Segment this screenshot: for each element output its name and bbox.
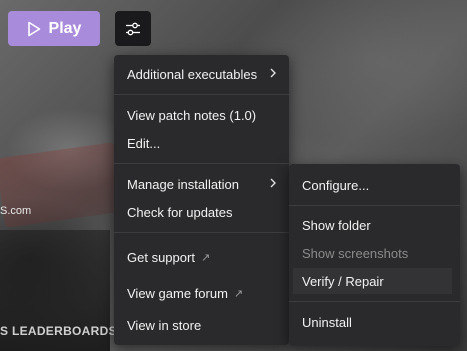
- submenu-item-uninstall[interactable]: Uninstall: [289, 309, 460, 335]
- settings-button[interactable]: [115, 11, 151, 46]
- external-link-icon: ↗: [233, 287, 244, 300]
- menu-separator: [114, 232, 289, 233]
- submenu-item-verify-repair[interactable]: Verify / Repair: [293, 268, 452, 294]
- manage-installation-submenu: Configure... Show folder Show screenshot…: [289, 164, 460, 346]
- game-context-menu: Additional executables View patch notes …: [114, 55, 289, 345]
- menu-item-label: View in store: [127, 317, 202, 333]
- menu-item-view-patch-notes[interactable]: View patch notes (1.0): [114, 102, 289, 128]
- menu-item-label: View game forum: [127, 285, 228, 301]
- menu-item-label: Additional executables: [127, 66, 258, 82]
- external-link-icon: ↗: [200, 251, 211, 264]
- menu-separator: [114, 163, 289, 164]
- menu-item-manage-installation[interactable]: Manage installation: [114, 171, 289, 197]
- play-button-label: Play: [48, 19, 82, 37]
- menu-item-label: Get support: [127, 249, 195, 265]
- chevron-right-icon: [270, 178, 276, 188]
- menu-item-check-for-updates[interactable]: Check for updates: [114, 199, 289, 225]
- menu-item-label: View patch notes (1.0): [127, 107, 257, 123]
- sliders-icon: [126, 22, 140, 35]
- menu-item-label: Verify / Repair: [302, 273, 384, 289]
- menu-item-additional-executables[interactable]: Additional executables: [114, 61, 289, 87]
- menu-separator: [289, 205, 460, 206]
- submenu-item-show-folder[interactable]: Show folder: [289, 212, 460, 238]
- play-button[interactable]: Play: [8, 11, 100, 46]
- background-text: S.com: [0, 205, 32, 217]
- menu-item-label: Show folder: [302, 217, 371, 233]
- submenu-item-show-screenshots: Show screenshots: [289, 240, 460, 266]
- menu-item-label: Manage installation: [127, 176, 240, 192]
- menu-item-label: Show screenshots: [302, 245, 409, 261]
- menu-item-view-in-store[interactable]: View in store: [114, 312, 289, 338]
- play-icon: [27, 21, 40, 36]
- menu-separator: [289, 301, 460, 302]
- menu-item-label: Uninstall: [302, 314, 352, 330]
- menu-item-view-game-forum[interactable]: View game forum ↗: [114, 280, 289, 306]
- menu-item-label: Check for updates: [127, 204, 233, 220]
- chevron-right-icon: [270, 68, 276, 78]
- menu-item-label: Configure...: [302, 177, 370, 193]
- menu-separator: [114, 94, 289, 95]
- menu-item-edit[interactable]: Edit...: [114, 130, 289, 156]
- submenu-item-configure[interactable]: Configure...: [289, 172, 460, 198]
- menu-item-get-support[interactable]: Get support ↗: [114, 244, 289, 270]
- background-leaderboards-text: S LEADERBOARDS: [0, 324, 117, 338]
- menu-item-label: Edit...: [127, 135, 161, 151]
